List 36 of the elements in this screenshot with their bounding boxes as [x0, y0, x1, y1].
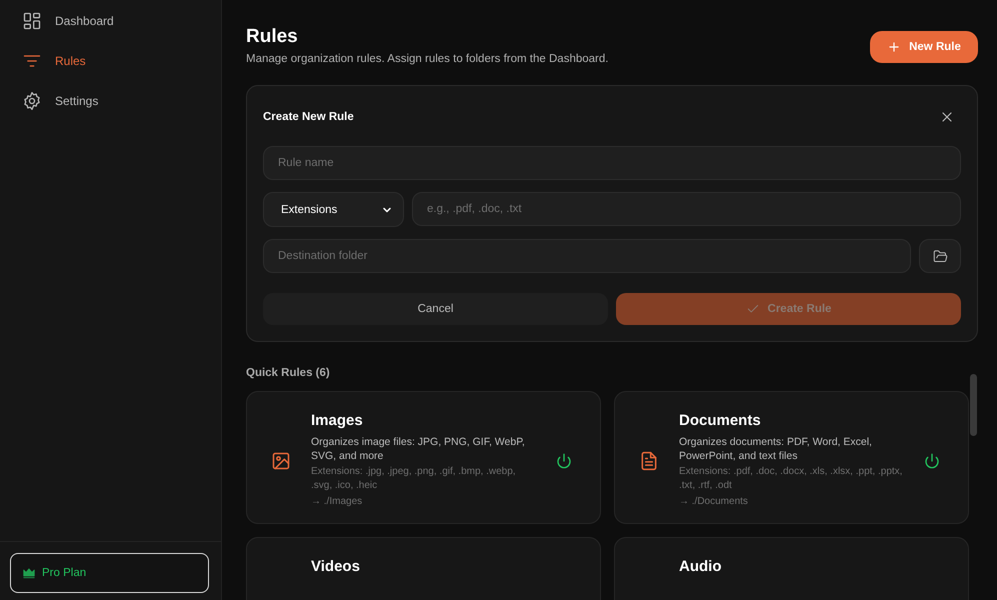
rule-title: Audio: [679, 558, 722, 575]
dashboard-grid-icon: [22, 11, 42, 31]
rule-destination: → ./Documents: [679, 495, 749, 509]
crown-icon: [22, 566, 36, 580]
document-icon: [639, 450, 659, 470]
page-subtitle: Manage organization rules. Assign rules to folders from the Dashboard.: [246, 53, 608, 65]
settings-icon: [22, 91, 42, 111]
rule-extensions: Extensions: .jpg, .jpeg, .png, .gif, .bmp, .webp, .svg, .ico, .heic: [311, 465, 517, 493]
plus-icon: [887, 40, 902, 54]
rule-title: Images: [311, 412, 364, 429]
section-heading: Quick Rules (6): [246, 367, 331, 379]
enable-toggle-button[interactable]: [924, 452, 940, 468]
cancel-button[interactable]: Cancel: [263, 293, 608, 325]
rule-destination: → ./Images: [311, 495, 364, 509]
destination-folder-field[interactable]: Destination folder: [263, 239, 911, 273]
rule-title: Documents: [679, 412, 762, 429]
rule-title: Videos: [311, 558, 361, 575]
browse-folder-button[interactable]: [919, 239, 961, 273]
power-icon: [924, 452, 940, 468]
enable-toggle-button[interactable]: [556, 452, 572, 468]
rule-name-field[interactable]: Rule name: [263, 146, 961, 180]
rule-description: Organizes image files: JPG, PNG, GIF, WebP, SVG, and more: [311, 435, 526, 463]
sidebar-nav-item[interactable]: Settings: [22, 89, 221, 113]
scrollbar-thumb[interactable]: [970, 374, 977, 436]
sidebar-nav-item[interactable]: Rules: [22, 49, 221, 73]
image-icon: [271, 450, 291, 470]
sidebar-nav-item[interactable]: Dashboard: [22, 9, 221, 33]
rule-description: Organizes documents: PDF, Word, Excel, PowerPoint, and text files: [679, 435, 873, 463]
folder-icon: [932, 248, 948, 264]
panel-title: Create New Rule: [263, 111, 354, 123]
extensions-field[interactable]: e.g., .pdf, .doc, .txt: [412, 192, 961, 226]
rule-extensions: Extensions: .pdf, .doc, .docx, .xls, .xlsx, .ppt, .pptx, .txt, .rtf, .odt: [679, 465, 904, 493]
page-title: Rules: [246, 26, 299, 48]
pro-plan-button[interactable]: Pro Plan: [10, 553, 209, 593]
rule-type-dropdown[interactable]: Extensions: [263, 192, 404, 227]
power-icon: [556, 452, 572, 468]
